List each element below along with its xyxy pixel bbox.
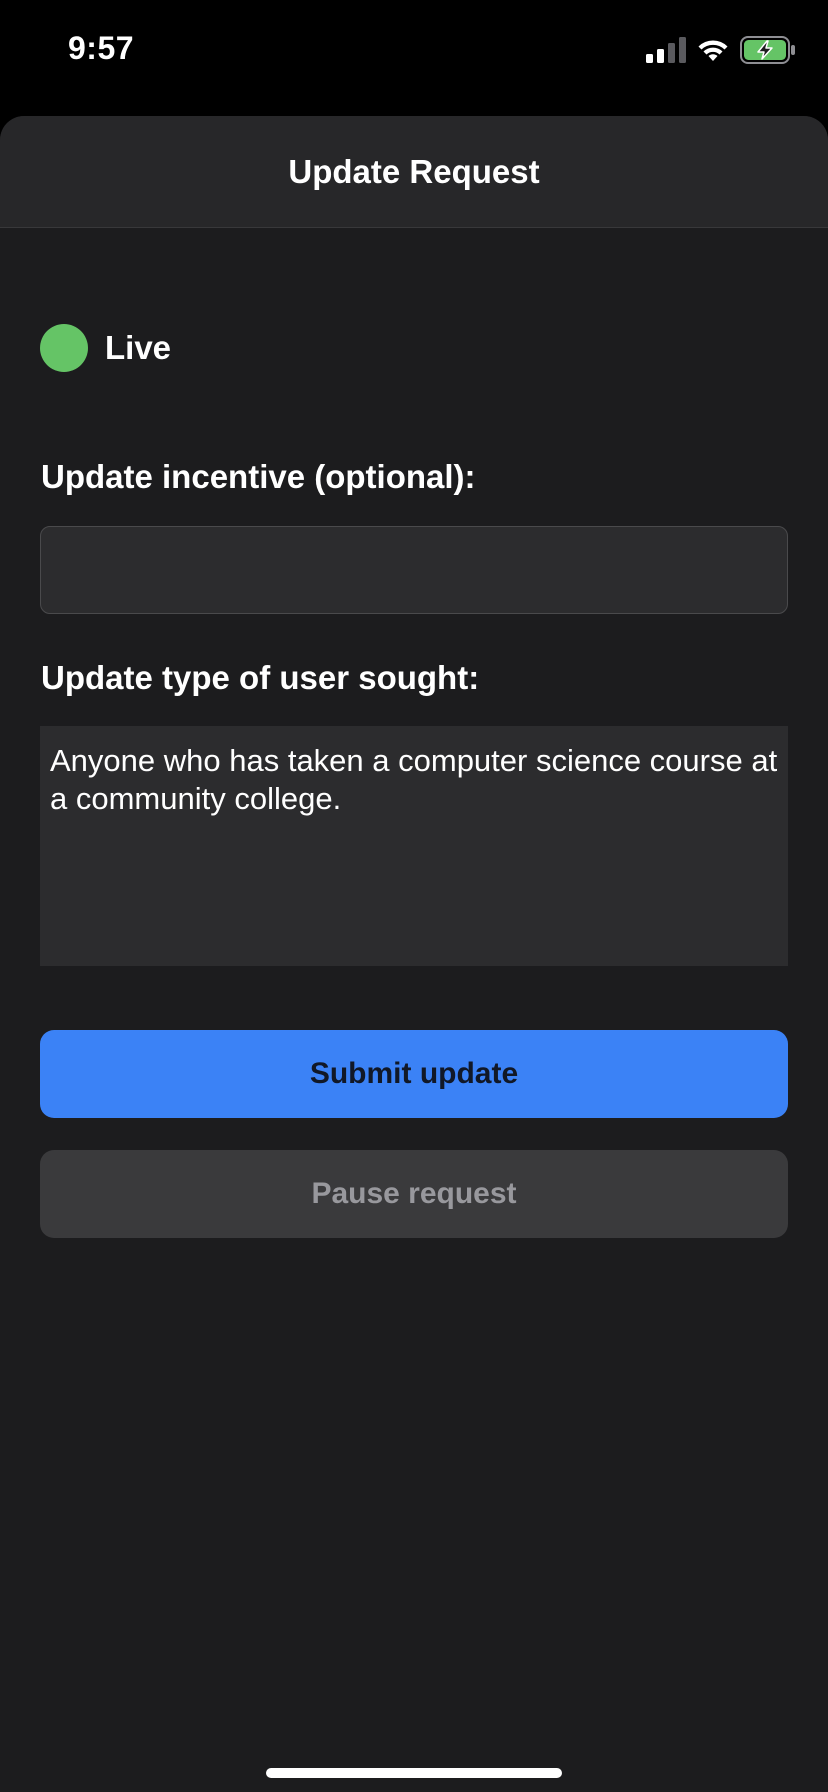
page-title: Update Request	[288, 152, 540, 190]
user-type-textarea[interactable]: Anyone who has taken a computer science …	[40, 726, 788, 966]
incentive-field-label: Update incentive (optional):	[41, 458, 476, 495]
incentive-input[interactable]	[40, 526, 788, 614]
battery-charging-icon	[740, 36, 795, 64]
submit-update-button[interactable]: Submit update	[40, 1030, 788, 1118]
wifi-icon	[698, 40, 728, 61]
status-bar: 9:57	[0, 0, 828, 100]
live-status-label: Live	[105, 329, 172, 366]
home-indicator[interactable]	[266, 1768, 562, 1778]
cellular-signal-icon	[646, 37, 686, 63]
live-status-dot	[40, 324, 88, 372]
update-request-sheet: Update Request Live Update incentive (op…	[0, 116, 828, 1792]
sheet-header: Update Request	[0, 116, 828, 228]
pause-request-button[interactable]: Pause request	[40, 1150, 788, 1238]
live-status: Live	[40, 324, 171, 372]
status-icons	[646, 36, 796, 64]
status-time: 9:57	[68, 30, 135, 66]
user-type-field-label: Update type of user sought:	[41, 659, 480, 696]
